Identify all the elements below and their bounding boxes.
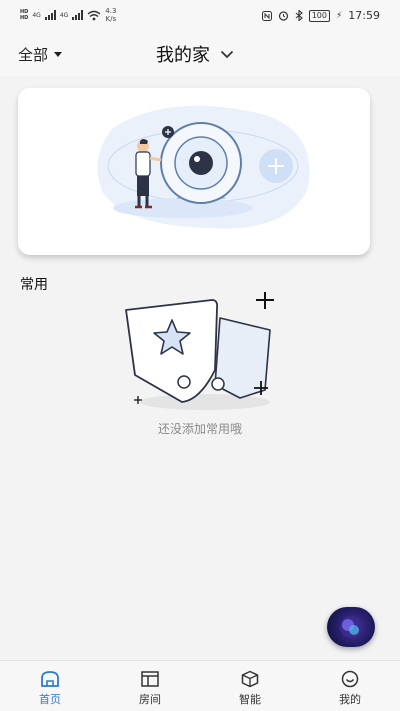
tab-rooms[interactable]: 房间 bbox=[100, 661, 200, 711]
tab-profile[interactable]: 我的 bbox=[300, 661, 400, 711]
tab-home-label: 首页 bbox=[39, 693, 61, 706]
camera-illustration bbox=[97, 105, 310, 229]
empty-state-text: 还没添加常用哦 bbox=[157, 422, 242, 436]
alarm-icon bbox=[278, 11, 288, 21]
status-left: HD HD 4G 4G 4.3 K/s bbox=[20, 7, 116, 23]
chevron-down-icon bbox=[220, 50, 234, 58]
profile-icon bbox=[341, 670, 359, 688]
home-title: 我的家 bbox=[156, 45, 210, 66]
tab-rooms-label: 房间 bbox=[139, 693, 161, 706]
smart-cube-icon bbox=[241, 670, 259, 688]
tab-profile-label: 我的 bbox=[339, 693, 361, 706]
status-bar: HD HD 4G 4G 4.3 K/s 100 ⚡ 17:59 bbox=[0, 0, 400, 34]
tab-smart[interactable]: 智能 bbox=[200, 661, 300, 711]
battery-level: 100 bbox=[308, 9, 330, 22]
nfc-icon bbox=[261, 10, 272, 21]
status-right: 100 ⚡ 17:59 bbox=[261, 9, 380, 22]
scope-selector[interactable]: 全部 bbox=[18, 44, 63, 65]
network2-label: 4G bbox=[59, 11, 69, 19]
assistant-orb-icon bbox=[340, 616, 362, 638]
net-speed: 4.3 K/s bbox=[105, 7, 116, 23]
home-icon bbox=[41, 671, 59, 687]
wifi-icon bbox=[87, 10, 101, 20]
empty-state-illustration bbox=[120, 290, 280, 420]
tab-home[interactable]: 首页 bbox=[0, 661, 100, 711]
section-title: 常用 bbox=[20, 277, 48, 293]
sim-indicators: HD HD bbox=[20, 9, 28, 21]
bottom-tab-bar: 首页 房间 智能 我的 bbox=[0, 660, 400, 711]
charging-icon: ⚡ bbox=[335, 10, 343, 21]
home-selector[interactable]: 我的家 bbox=[156, 41, 234, 67]
banner-card[interactable] bbox=[18, 88, 370, 255]
app-header: 全部 我的家 bbox=[0, 34, 400, 76]
caret-down-icon bbox=[54, 52, 63, 57]
net-speed-value: 4.3 bbox=[105, 7, 117, 15]
voice-assistant-button[interactable] bbox=[327, 607, 375, 647]
net-speed-unit: K/s bbox=[105, 15, 117, 23]
network1-label: 4G bbox=[32, 11, 41, 19]
sim2-label: HD bbox=[20, 15, 29, 21]
signal2-icon bbox=[72, 10, 84, 20]
tab-smart-label: 智能 bbox=[239, 693, 261, 706]
clock: 17:59 bbox=[348, 9, 380, 22]
room-icon bbox=[141, 671, 159, 687]
scope-label: 全部 bbox=[18, 46, 49, 64]
favorite-cards-icon bbox=[125, 292, 274, 410]
bluetooth-icon bbox=[295, 10, 303, 21]
signal1-icon bbox=[44, 10, 56, 20]
